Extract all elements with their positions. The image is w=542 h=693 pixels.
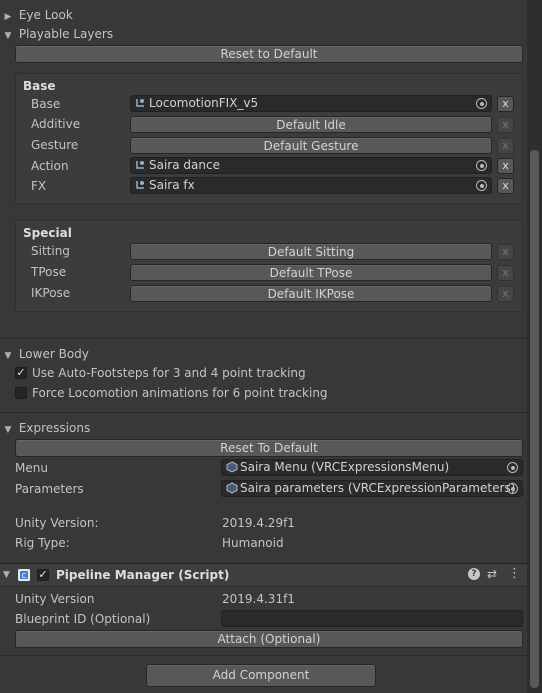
gesture-layer-label: Gesture bbox=[31, 138, 79, 152]
ikpose-layer-button[interactable]: Default IKPose bbox=[130, 285, 492, 302]
animator-controller-icon bbox=[136, 161, 144, 169]
lower-body-label: Lower Body bbox=[18, 347, 89, 361]
add-component-button[interactable]: Add Component bbox=[146, 664, 376, 687]
gesture-layer-button[interactable]: Default Gesture bbox=[130, 137, 492, 154]
sitting-layer-label: Sitting bbox=[31, 244, 70, 258]
tpose-layer-label: TPose bbox=[31, 265, 67, 279]
expressions-reset-button[interactable]: Reset To Default bbox=[15, 439, 523, 457]
remove-base-layer-button[interactable]: x bbox=[497, 96, 514, 112]
expressions-asset-icon bbox=[226, 482, 238, 494]
presets-icon[interactable]: ⇄ bbox=[487, 566, 497, 582]
eye-look-label: Eye Look bbox=[18, 8, 73, 22]
force-locomotion-label: Force Locomotion animations for 6 point … bbox=[32, 386, 328, 400]
action-layer-label: Action bbox=[31, 159, 69, 173]
base-section-title: Base bbox=[23, 79, 56, 93]
expanded-arrow-icon: ▼ bbox=[4, 31, 12, 41]
action-layer-field[interactable]: Saira dance bbox=[130, 157, 492, 174]
remove-action-layer-button[interactable]: x bbox=[497, 158, 514, 174]
reset-to-default-button[interactable]: Reset to Default bbox=[15, 45, 523, 63]
pipeline-unity-version-value: 2019.4.31f1 bbox=[222, 592, 295, 606]
rig-type-value: Humanoid bbox=[222, 536, 284, 550]
fx-layer-value: Saira fx bbox=[149, 178, 195, 192]
pipeline-unity-version-label: Unity Version bbox=[15, 592, 95, 606]
auto-footsteps-label: Use Auto-Footsteps for 3 and 4 point tra… bbox=[32, 366, 306, 380]
object-picker-icon[interactable] bbox=[476, 180, 487, 191]
remove-fx-layer-button[interactable]: x bbox=[497, 178, 514, 194]
force-locomotion-checkbox[interactable] bbox=[15, 387, 27, 399]
section-divider bbox=[0, 655, 527, 656]
expanded-arrow-icon: ▼ bbox=[4, 425, 12, 435]
unity-version-value: 2019.4.29f1 bbox=[222, 516, 295, 530]
action-layer-value: Saira dance bbox=[149, 158, 220, 172]
expanded-arrow-icon: ▼ bbox=[4, 351, 12, 361]
ikpose-layer-label: IKPose bbox=[31, 286, 71, 300]
parameters-label: Parameters bbox=[15, 482, 84, 496]
menu-field[interactable]: Saira Menu (VRCExpressionsMenu) bbox=[221, 459, 523, 476]
lower-body-foldout[interactable]: ▼ Lower Body bbox=[0, 345, 89, 363]
auto-footsteps-checkbox[interactable]: ✓ bbox=[15, 367, 27, 379]
help-icon[interactable]: ? bbox=[468, 568, 480, 580]
unity-version-label: Unity Version: bbox=[15, 516, 99, 530]
fx-layer-label: FX bbox=[31, 179, 47, 193]
blueprint-id-input[interactable] bbox=[221, 610, 523, 627]
sitting-layer-button[interactable]: Default Sitting bbox=[130, 243, 492, 260]
remove-ikpose-layer-button: x bbox=[497, 286, 514, 302]
menu-value: Saira Menu (VRCExpressionsMenu) bbox=[240, 460, 450, 474]
object-picker-icon[interactable] bbox=[507, 483, 518, 494]
script-component-icon: C bbox=[18, 569, 30, 581]
animator-controller-icon bbox=[136, 181, 144, 189]
blueprint-id-label: Blueprint ID (Optional) bbox=[15, 612, 151, 626]
expressions-label: Expressions bbox=[18, 421, 91, 435]
fx-layer-field[interactable]: Saira fx bbox=[130, 177, 492, 194]
expressions-asset-icon bbox=[226, 461, 238, 473]
collapsed-arrow-icon: ▶ bbox=[4, 12, 12, 22]
component-enabled-checkbox[interactable]: ✓ bbox=[37, 569, 49, 581]
vertical-scrollbar[interactable] bbox=[527, 0, 542, 693]
base-layer-field[interactable]: LocomotionFIX_v5 bbox=[130, 95, 492, 112]
rig-type-label: Rig Type: bbox=[15, 536, 70, 550]
special-section-title: Special bbox=[23, 226, 72, 240]
additive-layer-label: Additive bbox=[31, 117, 81, 131]
component-header[interactable]: ▼ C ✓ Pipeline Manager (Script) ? ⇄ ⋮ bbox=[0, 563, 527, 587]
remove-sitting-layer-button: x bbox=[497, 244, 514, 260]
playable-layers-label: Playable Layers bbox=[18, 27, 114, 41]
object-picker-icon[interactable] bbox=[476, 98, 487, 109]
additive-layer-button[interactable]: Default Idle bbox=[130, 116, 492, 133]
menu-label: Menu bbox=[15, 461, 48, 475]
remove-tpose-layer-button: x bbox=[497, 265, 514, 281]
tpose-layer-button[interactable]: Default TPose bbox=[130, 264, 492, 281]
component-title: Pipeline Manager (Script) bbox=[56, 568, 230, 582]
collapsed-arrow-icon[interactable]: ▼ bbox=[3, 567, 10, 583]
context-menu-icon[interactable]: ⋮ bbox=[508, 566, 521, 582]
object-picker-icon[interactable] bbox=[476, 160, 487, 171]
object-picker-icon[interactable] bbox=[507, 462, 518, 473]
parameters-value: Saira parameters (VRCExpressionParameter… bbox=[240, 481, 516, 495]
remove-additive-layer-button: x bbox=[497, 117, 514, 133]
base-layer-value: LocomotionFIX_v5 bbox=[149, 96, 259, 110]
parameters-field[interactable]: Saira parameters (VRCExpressionParameter… bbox=[221, 480, 523, 497]
base-layer-label: Base bbox=[31, 97, 61, 111]
attach-button[interactable]: Attach (Optional) bbox=[15, 630, 523, 648]
expressions-foldout[interactable]: ▼ Expressions bbox=[0, 419, 91, 437]
remove-gesture-layer-button: x bbox=[497, 138, 514, 154]
eye-look-foldout[interactable]: ▶ Eye Look bbox=[0, 6, 73, 24]
animator-controller-icon bbox=[136, 99, 144, 107]
svg-text:C: C bbox=[22, 572, 27, 580]
scrollbar-thumb[interactable] bbox=[530, 150, 539, 688]
section-divider bbox=[0, 412, 527, 413]
playable-layers-foldout[interactable]: ▼ Playable Layers bbox=[0, 25, 114, 43]
section-divider bbox=[0, 338, 527, 339]
